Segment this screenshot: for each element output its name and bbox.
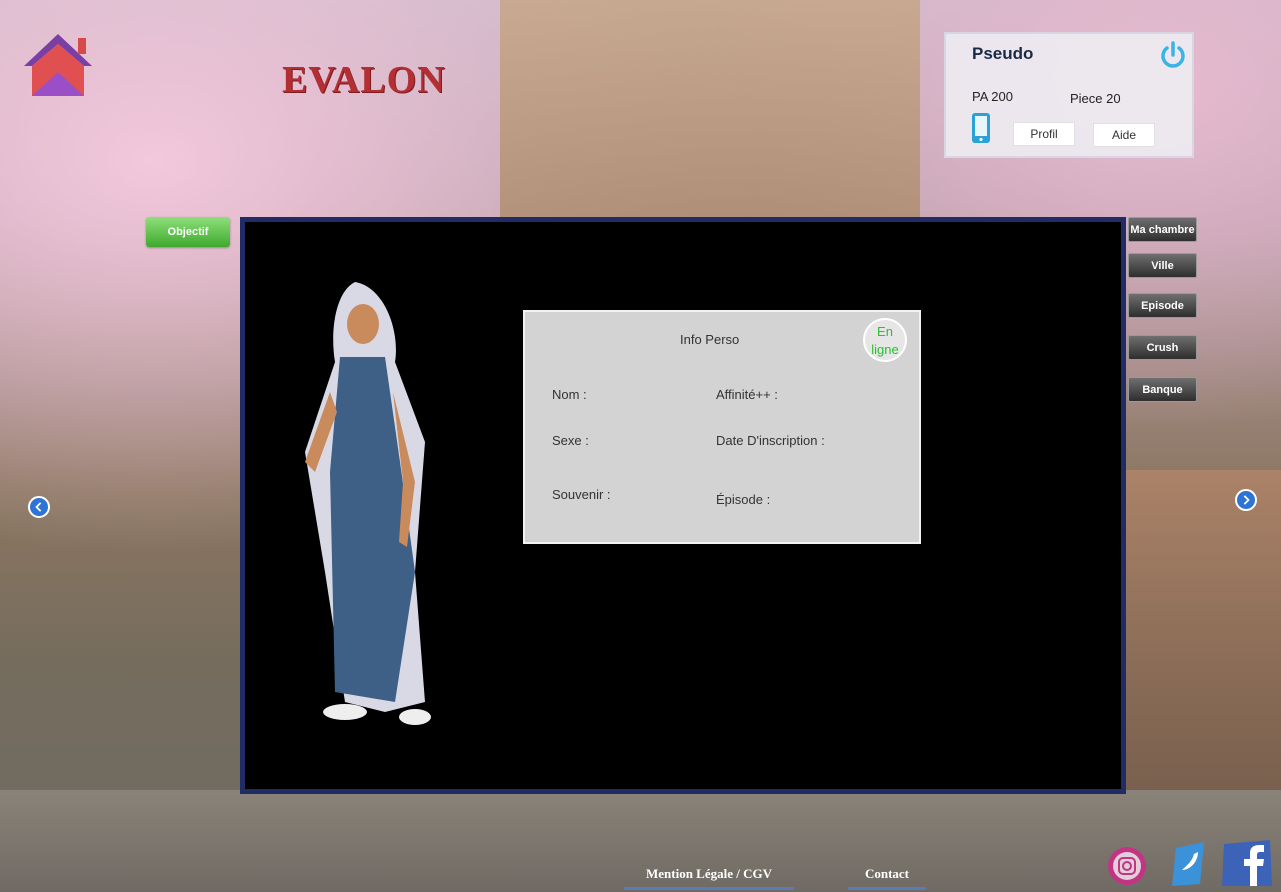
- facebook-icon[interactable]: [1220, 838, 1274, 888]
- online-status-line2: ligne: [871, 342, 899, 357]
- power-icon[interactable]: [1158, 40, 1188, 70]
- user-panel: Pseudo PA 200 Piece 20 Profil Aide: [944, 32, 1194, 158]
- episode-label: Épisode :: [716, 492, 771, 507]
- mention-legale-underline: [624, 887, 794, 890]
- contact-link[interactable]: Contact: [848, 866, 926, 890]
- game-title: EVALON: [282, 59, 446, 101]
- sexe-label: Sexe :: [552, 433, 589, 448]
- mention-legale-link[interactable]: Mention Légale / CGV: [624, 866, 794, 890]
- affinite-label: Affinité++ :: [716, 387, 778, 402]
- pseudo-label: Pseudo: [972, 44, 1034, 63]
- objectif-button[interactable]: Objectif: [146, 217, 230, 247]
- date-inscription-label: Date D'inscription :: [716, 433, 825, 448]
- side-menu-ma-chambre[interactable]: Ma chambre: [1128, 217, 1197, 242]
- phone-icon[interactable]: [970, 112, 992, 144]
- house-icon[interactable]: [22, 32, 94, 98]
- aide-button[interactable]: Aide: [1093, 123, 1155, 147]
- pa-value: PA 200: [972, 89, 1013, 104]
- chevron-left-icon[interactable]: [28, 496, 50, 518]
- background-building-right: [1126, 470, 1281, 800]
- twitter-icon[interactable]: [1170, 840, 1210, 888]
- side-menu-crush[interactable]: Crush: [1128, 335, 1197, 360]
- nom-label: Nom :: [552, 387, 587, 402]
- side-menu-episode[interactable]: Episode: [1128, 293, 1197, 318]
- info-perso-panel: Info Perso En ligne Nom : Affinité++ : S…: [523, 310, 921, 544]
- chevron-right-icon[interactable]: [1235, 489, 1257, 511]
- souvenir-label: Souvenir :: [552, 487, 611, 502]
- character-image: [305, 282, 431, 725]
- main-frame: Info Perso En ligne Nom : Affinité++ : S…: [240, 217, 1126, 794]
- instagram-icon[interactable]: [1107, 846, 1147, 886]
- info-title: Info Perso: [680, 332, 740, 347]
- online-status-badge: En ligne: [863, 318, 907, 362]
- piece-value: Piece 20: [1070, 91, 1121, 106]
- side-menu-banque[interactable]: Banque: [1128, 377, 1197, 402]
- profil-button[interactable]: Profil: [1013, 122, 1075, 146]
- contact-label: Contact: [864, 866, 910, 881]
- mention-legale-label: Mention Légale / CGV: [645, 866, 772, 881]
- side-menu-ville[interactable]: Ville: [1128, 253, 1197, 278]
- online-status-line1: En: [877, 324, 893, 339]
- background-building: [500, 0, 920, 230]
- contact-underline: [848, 887, 926, 890]
